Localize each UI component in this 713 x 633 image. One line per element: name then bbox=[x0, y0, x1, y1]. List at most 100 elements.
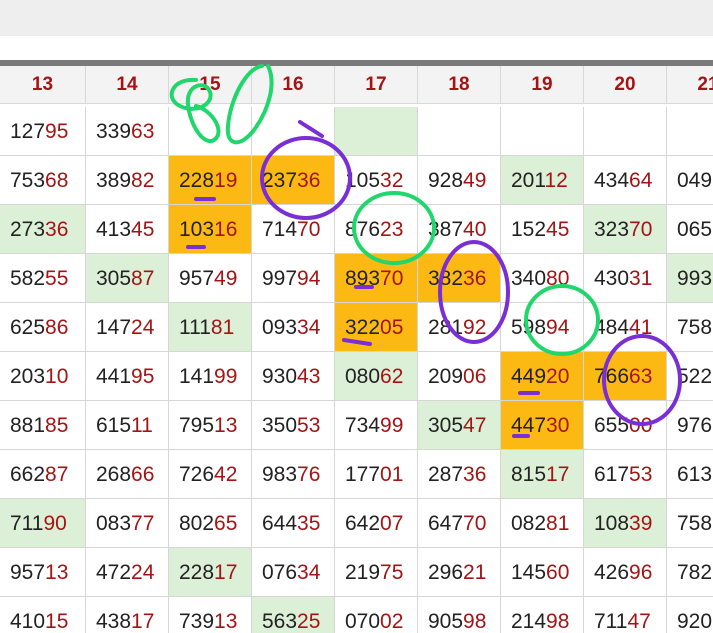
cell-digits-tail: 11 bbox=[131, 414, 153, 437]
cell-digits-lead: 350 bbox=[262, 414, 298, 437]
cell-digits-tail: 47 bbox=[463, 414, 487, 437]
grid-cell: 07634 bbox=[252, 548, 335, 597]
column-header-15: 15 bbox=[169, 66, 252, 104]
cell-digits-lead: 615 bbox=[96, 414, 132, 437]
cell-digits-lead: 305 bbox=[96, 267, 132, 290]
cell-digits-lead: 389 bbox=[96, 169, 132, 192]
grid-cell: 30587 bbox=[86, 254, 169, 303]
cell-digits-tail: 43 bbox=[297, 365, 321, 388]
cell-digits-tail: 70 bbox=[629, 218, 653, 241]
cell-digits-tail: 94 bbox=[297, 267, 321, 290]
cell-digits-tail: 17 bbox=[131, 610, 155, 633]
cell-digits-tail: 24 bbox=[131, 316, 155, 339]
cell-digits-lead: 065 bbox=[677, 218, 713, 241]
grid-cell: 993 bbox=[667, 254, 713, 303]
cell-digits-lead: 103 bbox=[179, 218, 215, 241]
grid-cell: 32205 bbox=[335, 303, 418, 352]
cell-digits-lead: 449 bbox=[511, 365, 547, 388]
cell-digits-lead: 484 bbox=[594, 316, 630, 339]
cell-digits-lead: 617 bbox=[594, 463, 630, 486]
cell-digits-tail: 10 bbox=[45, 365, 69, 388]
grid-cell: 95713 bbox=[0, 548, 86, 597]
grid-cell: 98376 bbox=[252, 450, 335, 499]
grid-cell: 76663 bbox=[584, 352, 667, 401]
cell-digits-lead: 930 bbox=[262, 365, 298, 388]
grid-cell: 22819 bbox=[169, 156, 252, 205]
cell-digits-tail: 99 bbox=[380, 414, 404, 437]
cell-digits-tail: 32 bbox=[380, 169, 404, 192]
grid-cell: 95749 bbox=[169, 254, 252, 303]
cell-digits-lead: 714 bbox=[262, 218, 298, 241]
cell-digits-lead: 228 bbox=[179, 561, 215, 584]
grid-cell: 43464 bbox=[584, 156, 667, 205]
cell-digits-lead: 613 bbox=[677, 463, 713, 486]
grid-cell: 10316 bbox=[169, 205, 252, 254]
cell-digits-tail: 13 bbox=[45, 561, 69, 584]
cell-digits-tail: 92 bbox=[463, 316, 487, 339]
cell-digits-lead: 268 bbox=[96, 463, 132, 486]
grid-cell: 88185 bbox=[0, 401, 86, 450]
grid-cell: 26866 bbox=[86, 450, 169, 499]
grid-cell: 71190 bbox=[0, 499, 86, 548]
grid-cell: 64435 bbox=[252, 499, 335, 548]
cell-digits-lead: 070 bbox=[345, 610, 381, 633]
cell-digits-lead: 093 bbox=[262, 316, 298, 339]
cell-digits-lead: 598 bbox=[511, 316, 547, 339]
cell-digits-lead: 287 bbox=[428, 463, 464, 486]
cell-digits-lead: 997 bbox=[262, 267, 298, 290]
cell-digits-lead: 387 bbox=[428, 218, 464, 241]
cell-digits-tail: 95 bbox=[45, 120, 69, 143]
cell-digits-tail: 77 bbox=[131, 512, 155, 535]
cell-digits-tail: 16 bbox=[214, 218, 238, 241]
grid-cell: 20112 bbox=[501, 156, 584, 205]
grid-cell: 920 bbox=[667, 597, 713, 633]
cell-digits-lead: 711 bbox=[10, 512, 44, 535]
grid-cell: 28192 bbox=[418, 303, 501, 352]
column-header-14: 14 bbox=[86, 66, 169, 104]
cell-digits-lead: 758 bbox=[677, 512, 713, 535]
cell-digits-lead: 430 bbox=[594, 267, 630, 290]
cell-digits-tail: 34 bbox=[297, 316, 321, 339]
grid-cell: 48441 bbox=[584, 303, 667, 352]
cell-digits-tail: 70 bbox=[463, 512, 487, 535]
cell-digits-tail: 45 bbox=[131, 218, 155, 241]
cell-digits-lead: 441 bbox=[96, 365, 132, 388]
cell-digits-tail: 94 bbox=[546, 316, 570, 339]
grid-cell bbox=[667, 107, 713, 156]
cell-digits-lead: 753 bbox=[10, 169, 46, 192]
grid-cell: 30547 bbox=[418, 401, 501, 450]
cell-digits-tail: 68 bbox=[45, 169, 69, 192]
cell-digits-lead: 147 bbox=[96, 316, 132, 339]
cell-digits-lead: 582 bbox=[10, 267, 46, 290]
grid-cell: 80265 bbox=[169, 499, 252, 548]
cell-digits-tail: 95 bbox=[131, 365, 155, 388]
grid-cell: 90598 bbox=[418, 597, 501, 633]
cell-digits-lead: 410 bbox=[10, 610, 46, 633]
grid-cell: 73913 bbox=[169, 597, 252, 633]
cell-digits-lead: 644 bbox=[262, 512, 298, 535]
grid-cell: 20906 bbox=[418, 352, 501, 401]
column-header-21: 21 bbox=[667, 66, 713, 104]
grid-cell: 79513 bbox=[169, 401, 252, 450]
cell-digits-tail: 23 bbox=[380, 218, 404, 241]
app-top-bar bbox=[0, 0, 713, 36]
grid-cell: 09334 bbox=[252, 303, 335, 352]
cell-digits-lead: 076 bbox=[262, 561, 298, 584]
grid-cell: 08062 bbox=[335, 352, 418, 401]
grid-cell: 43817 bbox=[86, 597, 169, 633]
grid-cell: 14560 bbox=[501, 548, 584, 597]
cell-digits-lead: 438 bbox=[96, 610, 132, 633]
cell-digits-tail: 24 bbox=[131, 561, 155, 584]
cell-digits-tail: 20 bbox=[546, 365, 570, 388]
cell-digits-lead: 957 bbox=[10, 561, 46, 584]
cell-digits-lead: 152 bbox=[511, 218, 547, 241]
grid-cell: 10839 bbox=[584, 499, 667, 548]
cell-digits-tail: 41 bbox=[629, 316, 653, 339]
cell-digits-tail: 66 bbox=[131, 463, 155, 486]
grid-cell: 11181 bbox=[169, 303, 252, 352]
cell-digits-lead: 127 bbox=[10, 120, 46, 143]
cell-digits-lead: 726 bbox=[179, 463, 215, 486]
cell-digits-lead: 655 bbox=[594, 414, 630, 437]
cell-digits-tail: 99 bbox=[214, 365, 238, 388]
cell-digits-tail: 60 bbox=[546, 561, 570, 584]
